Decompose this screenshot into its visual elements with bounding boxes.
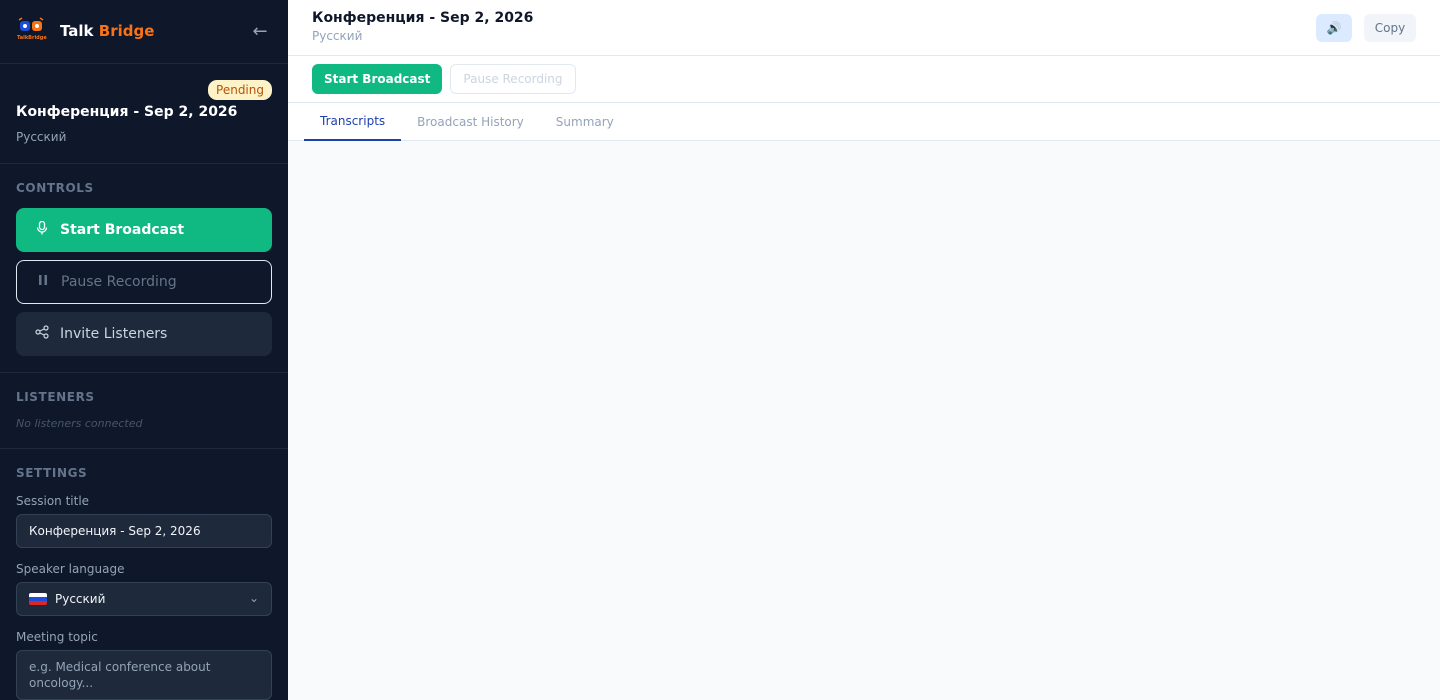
tab-transcripts[interactable]: Transcripts (304, 103, 402, 141)
sidebar: TalkBridge Talk Bridge ← Pending Конфере… (0, 0, 288, 700)
tab-summary[interactable]: Summary (540, 103, 630, 141)
start-broadcast-button[interactable]: Start Broadcast (16, 207, 272, 252)
status-badge: Pending (208, 79, 272, 100)
pause-icon (35, 274, 51, 290)
pause-recording-label: Pause Recording (61, 273, 177, 290)
top-actions: 🔊 Copy (1316, 14, 1416, 42)
meeting-topic-input[interactable]: e.g. Medical conference about oncology..… (16, 650, 272, 700)
action-bar: Start Broadcast Pause Recording (288, 56, 1440, 103)
back-arrow-icon[interactable]: ← (250, 22, 270, 42)
pause-recording-button[interactable]: Pause Recording (16, 259, 272, 304)
talkbridge-logo: TalkBridge (16, 16, 47, 46)
logo-text: TalkBridge (17, 35, 47, 42)
session-language: Русский (16, 129, 67, 144)
speaker-icon: 🔊 (1326, 21, 1342, 35)
no-listeners-text: No listeners connected (16, 416, 143, 430)
main-panel: Конференция - Sep 2, 2026 Русский 🔊 Copy… (288, 0, 1440, 700)
pause-recording-small-button[interactable]: Pause Recording (450, 64, 576, 94)
speaker-language-value: Русский (55, 592, 106, 606)
controls-label: CONTROLS (16, 180, 94, 195)
speaker-language-select[interactable]: Русский ⌄ (16, 582, 272, 616)
invite-listeners-label: Invite Listeners (60, 325, 168, 342)
session-title-label: Session title (16, 494, 90, 508)
microphone-icon (34, 220, 50, 239)
settings-section: SETTINGS Session title Конференция - Sep… (0, 449, 288, 700)
start-broadcast-small-button[interactable]: Start Broadcast (312, 64, 443, 94)
session-title-input[interactable]: Конференция - Sep 2, 2026 (16, 514, 272, 548)
logo-icon (18, 17, 44, 32)
invite-listeners-button[interactable]: Invite Listeners (16, 311, 272, 356)
brand-first: Talk (60, 22, 94, 41)
session-summary: Pending Конференция - Sep 2, 2026 Русски… (0, 64, 288, 164)
settings-label: SETTINGS (16, 466, 88, 480)
controls-section: CONTROLS Start Broadcast Pause Recording… (0, 164, 288, 373)
top-bar: Конференция - Sep 2, 2026 Русский 🔊 Copy (288, 0, 1440, 56)
copy-button[interactable]: Copy (1364, 14, 1416, 42)
chevron-down-icon: ⌄ (248, 591, 259, 605)
speaker-button[interactable]: 🔊 (1316, 14, 1352, 42)
tab-broadcast-history[interactable]: Broadcast History (401, 103, 540, 141)
start-broadcast-label: Start Broadcast (60, 221, 185, 238)
speaker-language-label: Speaker language (16, 562, 125, 576)
brand-name: Talk Bridge (60, 22, 154, 40)
russia-flag-icon (29, 593, 47, 605)
page-language: Русский (312, 29, 363, 43)
listeners-label: LISTENERS (16, 389, 95, 404)
content-area (288, 141, 1440, 700)
listeners-section: LISTENERS No listeners connected (0, 373, 288, 449)
share-icon (34, 325, 50, 343)
tab-bar: Transcripts Broadcast History Summary (288, 103, 1440, 141)
sidebar-header: TalkBridge Talk Bridge ← (0, 0, 288, 64)
session-title: Конференция - Sep 2, 2026 (16, 103, 238, 120)
meeting-topic-label: Meeting topic (16, 630, 98, 644)
page-title: Конференция - Sep 2, 2026 (312, 10, 534, 26)
brand-second: Bridge (98, 22, 155, 41)
